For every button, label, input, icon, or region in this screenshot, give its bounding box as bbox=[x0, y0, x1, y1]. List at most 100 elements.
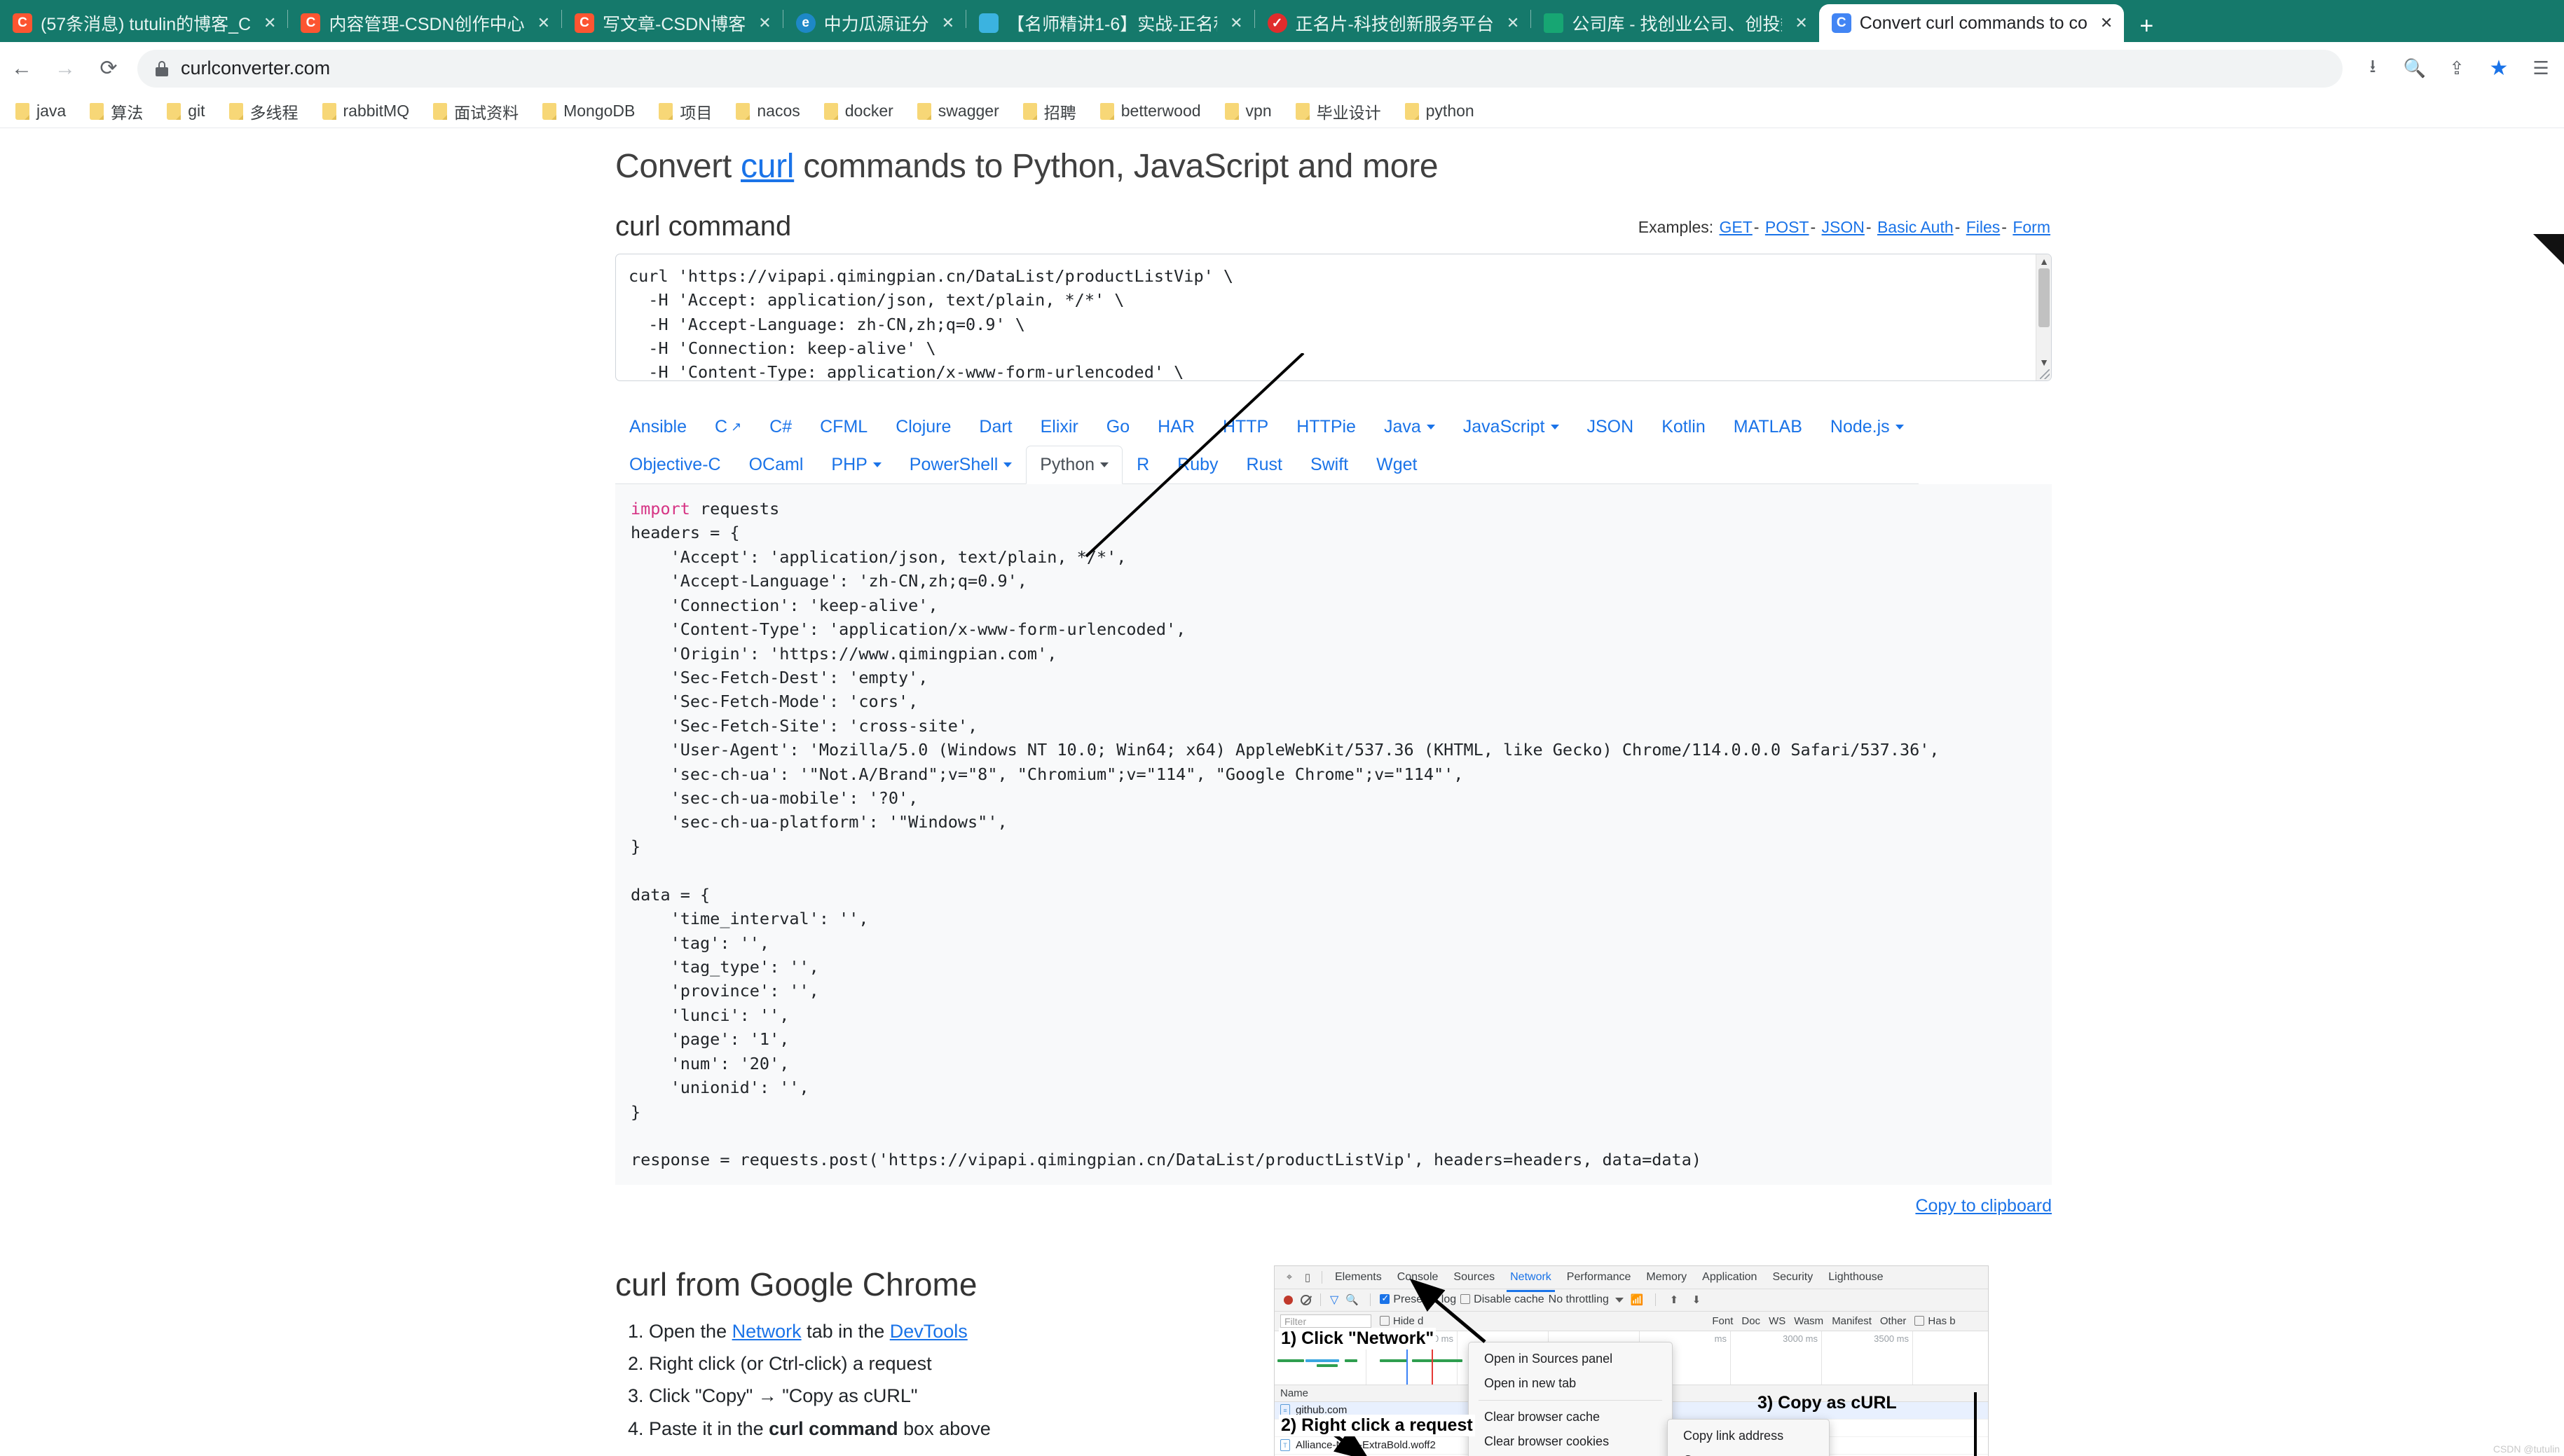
new-tab-button[interactable]: + bbox=[2139, 14, 2153, 38]
bookmark-item[interactable]: swagger bbox=[917, 102, 999, 121]
context-menu-item-clear-browser-cookies[interactable]: Clear browser cookies bbox=[1469, 1429, 1672, 1454]
download-icon[interactable]: ⬇ bbox=[1687, 1291, 1706, 1308]
filter-type-ws[interactable]: WS bbox=[1769, 1315, 1785, 1327]
menu-icon[interactable]: ☰ bbox=[2522, 50, 2560, 88]
lang-tab-matlab[interactable]: MATLAB bbox=[1720, 408, 1816, 446]
devtools-tab-console[interactable]: Console bbox=[1390, 1267, 1446, 1288]
lang-tab-wget[interactable]: Wget bbox=[1362, 446, 1431, 484]
search-icon[interactable]: 🔍 bbox=[1343, 1291, 1361, 1308]
browser-tab[interactable]: e 中力瓜源证分 ✕ bbox=[783, 4, 966, 42]
lang-tab-ruby[interactable]: Ruby bbox=[1163, 446, 1232, 484]
bookmark-item[interactable]: python bbox=[1404, 102, 1474, 121]
devtools-tab-application[interactable]: Application bbox=[1694, 1267, 1764, 1288]
lang-tab-clojure[interactable]: Clojure bbox=[882, 408, 965, 446]
close-icon[interactable]: ✕ bbox=[1226, 14, 1247, 32]
bookmark-item[interactable]: docker bbox=[823, 102, 893, 121]
lang-tab-powershell[interactable]: PowerShell bbox=[896, 446, 1026, 484]
context-menu-item-clear-browser-cache[interactable]: Clear browser cache bbox=[1469, 1405, 1672, 1429]
browser-tab[interactable]: ✓ 正名片-科技创新服务平台 ✕ bbox=[1255, 4, 1531, 42]
close-icon[interactable]: ✕ bbox=[1790, 14, 1811, 32]
chevron-down-icon[interactable] bbox=[1615, 1297, 1624, 1303]
lang-tab-har[interactable]: HAR bbox=[1144, 408, 1209, 446]
bookmark-item[interactable]: 多线程 bbox=[228, 99, 299, 123]
devtools-tab-sources[interactable]: Sources bbox=[1446, 1267, 1502, 1288]
bookmark-item[interactable]: git bbox=[167, 102, 205, 121]
record-icon[interactable] bbox=[1284, 1295, 1293, 1305]
devtools-tab-performance[interactable]: Performance bbox=[1559, 1267, 1639, 1288]
example-get-link[interactable]: GET bbox=[1720, 218, 1753, 236]
filter-type-manifest[interactable]: Manifest bbox=[1832, 1315, 1872, 1327]
bookmark-item[interactable]: 招聘 bbox=[1022, 99, 1076, 123]
filter-type-doc[interactable]: Doc bbox=[1741, 1315, 1760, 1327]
bookmark-item[interactable]: vpn bbox=[1224, 102, 1272, 121]
lang-tab-php[interactable]: PHP bbox=[817, 446, 895, 484]
copy-to-clipboard-link[interactable]: Copy to clipboard bbox=[1915, 1196, 2052, 1216]
browser-tab-active[interactable]: C Convert curl commands to co ✕ bbox=[1818, 4, 2125, 42]
close-icon[interactable]: ✕ bbox=[754, 14, 775, 32]
lang-tab-cfml[interactable]: CFML bbox=[806, 408, 882, 446]
bookmark-item[interactable]: java bbox=[15, 102, 66, 121]
scroll-down-icon[interactable]: ▼ bbox=[2036, 355, 2051, 369]
lang-tab-elixir[interactable]: Elixir bbox=[1027, 408, 1092, 446]
reload-button[interactable]: ⟳ bbox=[87, 47, 130, 90]
curl-command-text[interactable]: curl 'https://vipapi.qimingpian.cn/DataL… bbox=[616, 254, 2051, 380]
wifi-settings-icon[interactable]: 📶 bbox=[1628, 1291, 1646, 1308]
browser-tab[interactable]: C 写文章-CSDN博客 ✕ bbox=[562, 4, 783, 42]
lang-tab-swift[interactable]: Swift bbox=[1296, 446, 1362, 484]
lang-tab-javascript[interactable]: JavaScript bbox=[1449, 408, 1573, 446]
forward-button[interactable]: → bbox=[43, 47, 87, 90]
close-icon[interactable]: ✕ bbox=[533, 14, 554, 32]
curl-scrollbar[interactable]: ▲ ▼ bbox=[2036, 254, 2051, 380]
download-icon[interactable]: ⭳ bbox=[2354, 50, 2392, 88]
example-basic-auth-link[interactable]: Basic Auth bbox=[1877, 218, 1954, 236]
bookmark-item[interactable]: 面试资料 bbox=[433, 99, 519, 123]
lang-tab-dart[interactable]: Dart bbox=[965, 408, 1026, 446]
search-icon[interactable]: 🔍 bbox=[2396, 50, 2434, 88]
filter-input[interactable]: Filter bbox=[1280, 1314, 1371, 1328]
upload-icon[interactable]: ⬆ bbox=[1665, 1291, 1683, 1308]
lang-tab-kotlin[interactable]: Kotlin bbox=[1647, 408, 1720, 446]
preserve-log-checkbox[interactable]: Preserve log bbox=[1380, 1293, 1456, 1306]
has-blocked-checkbox[interactable]: Has b bbox=[1914, 1315, 1956, 1327]
filter-type-wasm[interactable]: Wasm bbox=[1794, 1315, 1823, 1327]
resize-grip[interactable] bbox=[2040, 369, 2050, 379]
share-icon[interactable]: ⇪ bbox=[2438, 50, 2476, 88]
close-icon[interactable]: ✕ bbox=[1502, 14, 1523, 32]
lang-tab-python[interactable]: Python bbox=[1026, 446, 1123, 484]
star-icon[interactable]: ★ bbox=[2480, 50, 2518, 88]
bookmark-item[interactable]: 毕业设计 bbox=[1295, 99, 1381, 123]
clear-icon[interactable] bbox=[1301, 1294, 1311, 1305]
lang-tab-java[interactable]: Java bbox=[1370, 408, 1449, 446]
browser-tab[interactable]: C 内容管理-CSDN创作中心 ✕ bbox=[288, 4, 561, 42]
example-form-link[interactable]: Form bbox=[2013, 218, 2050, 236]
generated-code-block[interactable]: import requests headers = { 'Accept': 'a… bbox=[615, 484, 2052, 1185]
lang-tab-json[interactable]: JSON bbox=[1573, 408, 1648, 446]
hide-data-urls-checkbox[interactable]: Hide d bbox=[1380, 1315, 1423, 1327]
lang-tab-c[interactable]: C ↗ bbox=[701, 408, 755, 446]
context-submenu[interactable]: Copy link address Copy response Copy as … bbox=[1667, 1418, 1830, 1456]
browser-tab[interactable]: 【名师精讲1-6】实战-正名科技 ✕ bbox=[966, 4, 1254, 42]
address-bar[interactable]: curlconverter.com bbox=[137, 49, 2343, 88]
curl-command-input[interactable]: curl 'https://vipapi.qimingpian.cn/DataL… bbox=[615, 254, 2052, 381]
context-menu-item-open-in-new-tab[interactable]: Open in new tab bbox=[1469, 1371, 1672, 1396]
devtools-tab-memory[interactable]: Memory bbox=[1638, 1267, 1694, 1288]
filter-type-font[interactable]: Font bbox=[1712, 1315, 1733, 1327]
example-files-link[interactable]: Files bbox=[1966, 218, 2001, 236]
example-json-link[interactable]: JSON bbox=[1822, 218, 1865, 236]
device-toolbar-icon[interactable]: ▯ bbox=[1298, 1269, 1317, 1286]
network-link[interactable]: Network bbox=[732, 1321, 802, 1342]
lang-tab-go[interactable]: Go bbox=[1092, 408, 1144, 446]
lang-tab-nodejs[interactable]: Node.js bbox=[1816, 408, 1918, 446]
lang-tab-r[interactable]: R bbox=[1123, 446, 1163, 484]
devtools-tab-network[interactable]: Network bbox=[1502, 1267, 1559, 1292]
filter-type-other[interactable]: Other bbox=[1880, 1315, 1907, 1327]
inspect-element-icon[interactable]: ⌖ bbox=[1280, 1269, 1298, 1286]
scroll-up-icon[interactable]: ▲ bbox=[2036, 254, 2051, 268]
filter-icon[interactable]: ▽ bbox=[1330, 1293, 1338, 1307]
example-post-link[interactable]: POST bbox=[1765, 218, 1809, 236]
devtools-tab-security[interactable]: Security bbox=[1764, 1267, 1821, 1288]
submenu-item-copy-response[interactable]: Copy response bbox=[1668, 1448, 1829, 1456]
lang-tab-httpie[interactable]: HTTPie bbox=[1282, 408, 1370, 446]
bookmark-item[interactable]: 项目 bbox=[659, 99, 712, 123]
close-icon[interactable]: ✕ bbox=[938, 14, 959, 32]
